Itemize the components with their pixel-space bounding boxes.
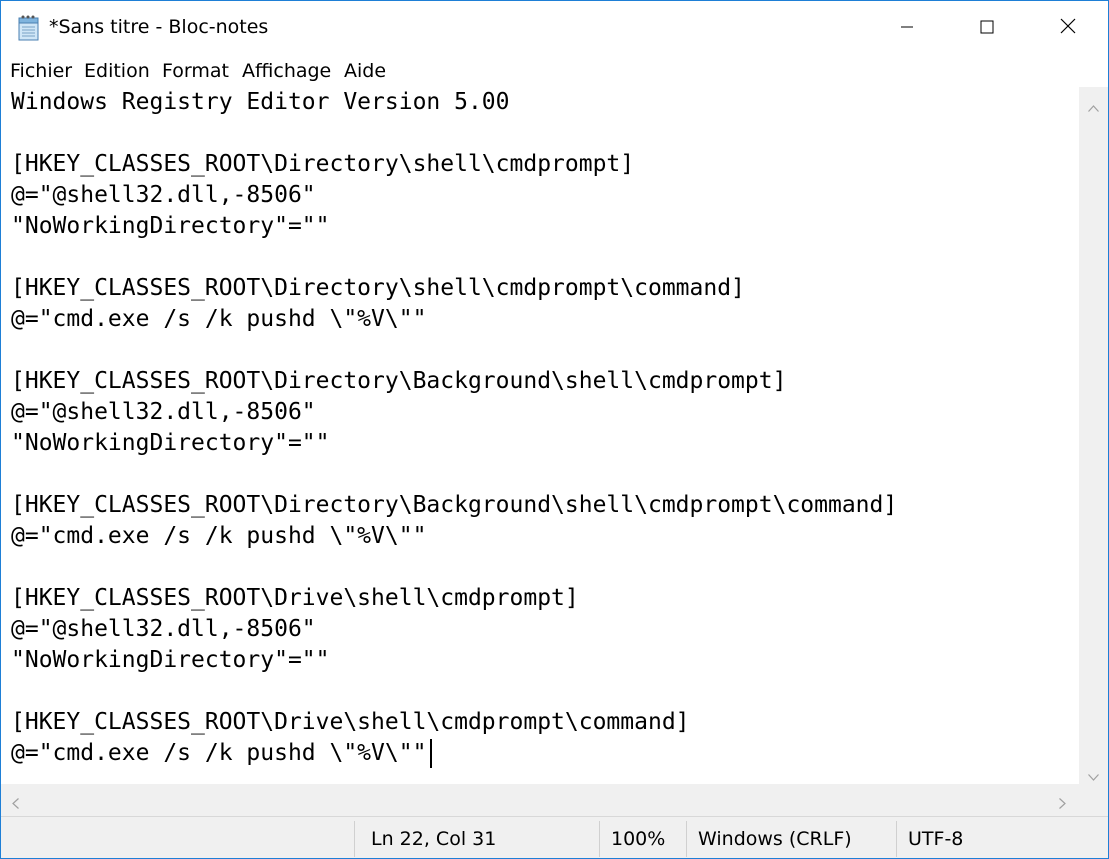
chevron-down-icon[interactable] [1088,766,1099,785]
menu-format[interactable]: Format [162,59,229,83]
minimize-button[interactable] [867,1,947,55]
editor-line: "NoWorkingDirectory"="" [11,430,330,456]
menu-fichier[interactable]: Fichier [10,59,72,83]
status-encoding: UTF-8 [908,828,964,850]
notepad-window: *Sans titre - Bloc-notes Fichier Edition… [0,0,1109,859]
menu-affichage[interactable]: Affichage [242,59,331,83]
notepad-icon [16,14,42,42]
editor-line: @="cmd.exe /s /k pushd \"%V\"" [11,740,427,766]
status-line-ending: Windows (CRLF) [698,828,852,850]
minimize-icon [900,19,914,38]
editor-line: @="@shell32.dll,-8506" [11,399,316,425]
editor-line: [HKEY_CLASSES_ROOT\Directory\Background\… [11,492,898,518]
menu-edition[interactable]: Edition [84,59,150,83]
editor-line: @="cmd.exe /s /k pushd \"%V\"" [11,523,427,549]
horizontal-scrollbar[interactable] [1,784,1079,816]
editor-line: "NoWorkingDirectory"="" [11,213,330,239]
text-caret [430,739,432,768]
close-icon [1060,18,1076,38]
status-bar: Ln 22, Col 31 100% Windows (CRLF) UTF-8 [1,816,1108,858]
editor-line: Windows Registry Editor Version 5.00 [11,89,510,115]
menu-aide[interactable]: Aide [344,59,386,83]
status-cursor-position: Ln 22, Col 31 [371,828,497,850]
editor-line: [HKEY_CLASSES_ROOT\Drive\shell\cmdprompt… [11,709,690,735]
editor-line: [HKEY_CLASSES_ROOT\Drive\shell\cmdprompt… [11,585,579,611]
editor-line: "NoWorkingDirectory"="" [11,647,330,673]
status-zoom: 100% [611,828,666,850]
editor-line: [HKEY_CLASSES_ROOT\Directory\Background\… [11,368,787,394]
menu-bar: Fichier Edition Format Affichage Aide [1,55,1108,87]
status-separator [599,821,600,857]
window-title: *Sans titre - Bloc-notes [49,16,269,38]
chevron-up-icon[interactable] [1088,97,1099,116]
editor-line: [HKEY_CLASSES_ROOT\Directory\shell\cmdpr… [11,275,745,301]
scrollbar-corner [1079,784,1108,816]
maximize-icon [980,19,994,38]
editor-line: [HKEY_CLASSES_ROOT\Directory\shell\cmdpr… [11,151,635,177]
editor-line: @="@shell32.dll,-8506" [11,616,316,642]
title-bar[interactable]: *Sans titre - Bloc-notes [1,1,1108,55]
chevron-right-icon[interactable] [1059,794,1066,813]
status-separator [896,821,897,857]
text-editor[interactable]: Windows Registry Editor Version 5.00 [HK… [1,87,1079,784]
vertical-scrollbar[interactable] [1079,87,1108,784]
maximize-button[interactable] [947,1,1027,55]
status-separator [686,821,687,857]
editor-line: @="@shell32.dll,-8506" [11,182,316,208]
editor-line: @="cmd.exe /s /k pushd \"%V\"" [11,306,427,332]
close-button[interactable] [1028,1,1108,55]
status-separator [354,821,355,857]
chevron-left-icon[interactable] [12,794,19,813]
